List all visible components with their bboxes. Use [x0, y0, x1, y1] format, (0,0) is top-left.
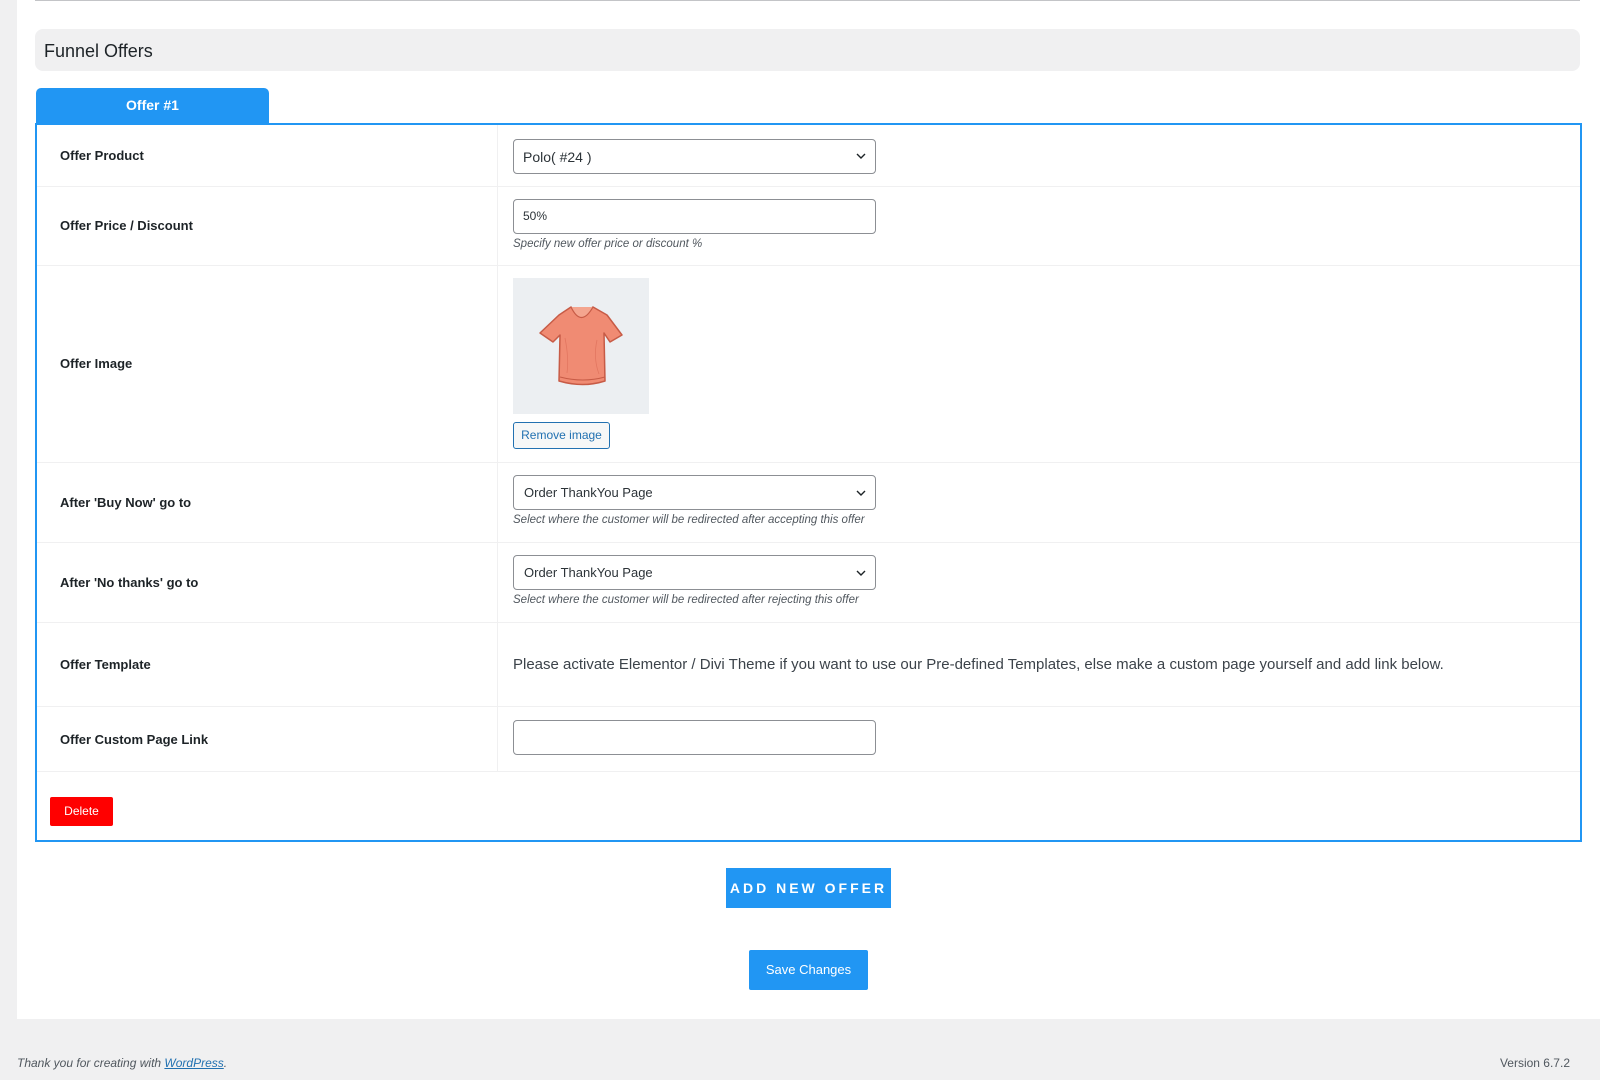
offer-price-value: 50%: [523, 209, 548, 223]
after-buy-now-help: Select where the customer will be redire…: [513, 514, 865, 526]
offer-price-label: Offer Price / Discount: [60, 218, 193, 233]
offer-template-label: Offer Template: [60, 657, 151, 672]
footer-thanks-text: Thank you for creating with: [17, 1056, 165, 1070]
row-offer-product: Offer Product Polo( #24 ): [37, 125, 1580, 187]
top-divider: [35, 0, 1580, 1]
section-header: Funnel Offers: [35, 29, 1580, 71]
chevron-down-icon: [856, 570, 866, 576]
wordpress-link[interactable]: WordPress: [164, 1056, 223, 1070]
tab-offer-1[interactable]: Offer #1: [36, 88, 269, 123]
after-no-thanks-label: After 'No thanks' go to: [60, 575, 199, 590]
after-buy-now-value: Order ThankYou Page: [524, 485, 653, 500]
row-custom-page-link: Offer Custom Page Link: [37, 706, 1580, 772]
row-divider: [497, 265, 498, 462]
add-new-offer-button[interactable]: ADD NEW OFFER: [726, 868, 891, 908]
row-divider: [497, 125, 498, 186]
chevron-down-icon: [856, 490, 866, 496]
offer-product-select[interactable]: Polo( #24 ): [513, 139, 876, 174]
row-offer-image: Offer Image Remove image: [37, 265, 1580, 463]
after-no-thanks-help: Select where the customer will be redire…: [513, 594, 859, 606]
custom-page-link-label: Offer Custom Page Link: [60, 732, 209, 747]
row-divider: [497, 622, 498, 706]
row-divider: [497, 186, 498, 265]
footer-credit: Thank you for creating with WordPress.: [17, 1056, 227, 1070]
offer-image-label: Offer Image: [60, 356, 133, 371]
save-changes-button[interactable]: Save Changes: [749, 950, 868, 990]
offer-panel: Offer Product Polo( #24 ) Offer Price / …: [35, 123, 1582, 842]
offer-price-input[interactable]: 50%: [513, 199, 876, 234]
row-divider: [497, 706, 498, 771]
offer-image-thumbnail: [513, 278, 649, 414]
row-after-buy-now: After 'Buy Now' go to Order ThankYou Pag…: [37, 462, 1580, 543]
row-offer-price: Offer Price / Discount 50% Specify new o…: [37, 186, 1580, 266]
after-buy-now-label: After 'Buy Now' go to: [60, 495, 192, 510]
row-divider: [497, 542, 498, 622]
footer-thanks-suffix: .: [223, 1056, 228, 1070]
section-title: Funnel Offers: [44, 41, 153, 61]
offer-price-help: Specify new offer price or discount %: [513, 238, 703, 250]
offer-product-label: Offer Product: [60, 148, 144, 163]
after-buy-now-select[interactable]: Order ThankYou Page: [513, 475, 876, 510]
main-content: Funnel Offers Offer #1 Offer Product Pol…: [17, 0, 1600, 1019]
custom-page-link-input[interactable]: [513, 720, 876, 755]
delete-offer-button[interactable]: Delete: [50, 797, 113, 826]
offer-template-note: Please activate Elementor / Divi Theme i…: [513, 656, 1444, 673]
remove-image-button[interactable]: Remove image: [513, 422, 610, 449]
after-no-thanks-select[interactable]: Order ThankYou Page: [513, 555, 876, 590]
chevron-down-icon: [856, 153, 866, 159]
row-offer-template: Offer Template Please activate Elementor…: [37, 622, 1580, 707]
after-no-thanks-value: Order ThankYou Page: [524, 565, 653, 580]
footer-version: Version 6.7.2: [1499, 1056, 1570, 1070]
t-shirt-icon: [539, 306, 623, 386]
row-after-no-thanks: After 'No thanks' go to Order ThankYou P…: [37, 542, 1580, 623]
offer-product-value: Polo( #24 ): [523, 149, 592, 165]
row-divider: [497, 462, 498, 542]
